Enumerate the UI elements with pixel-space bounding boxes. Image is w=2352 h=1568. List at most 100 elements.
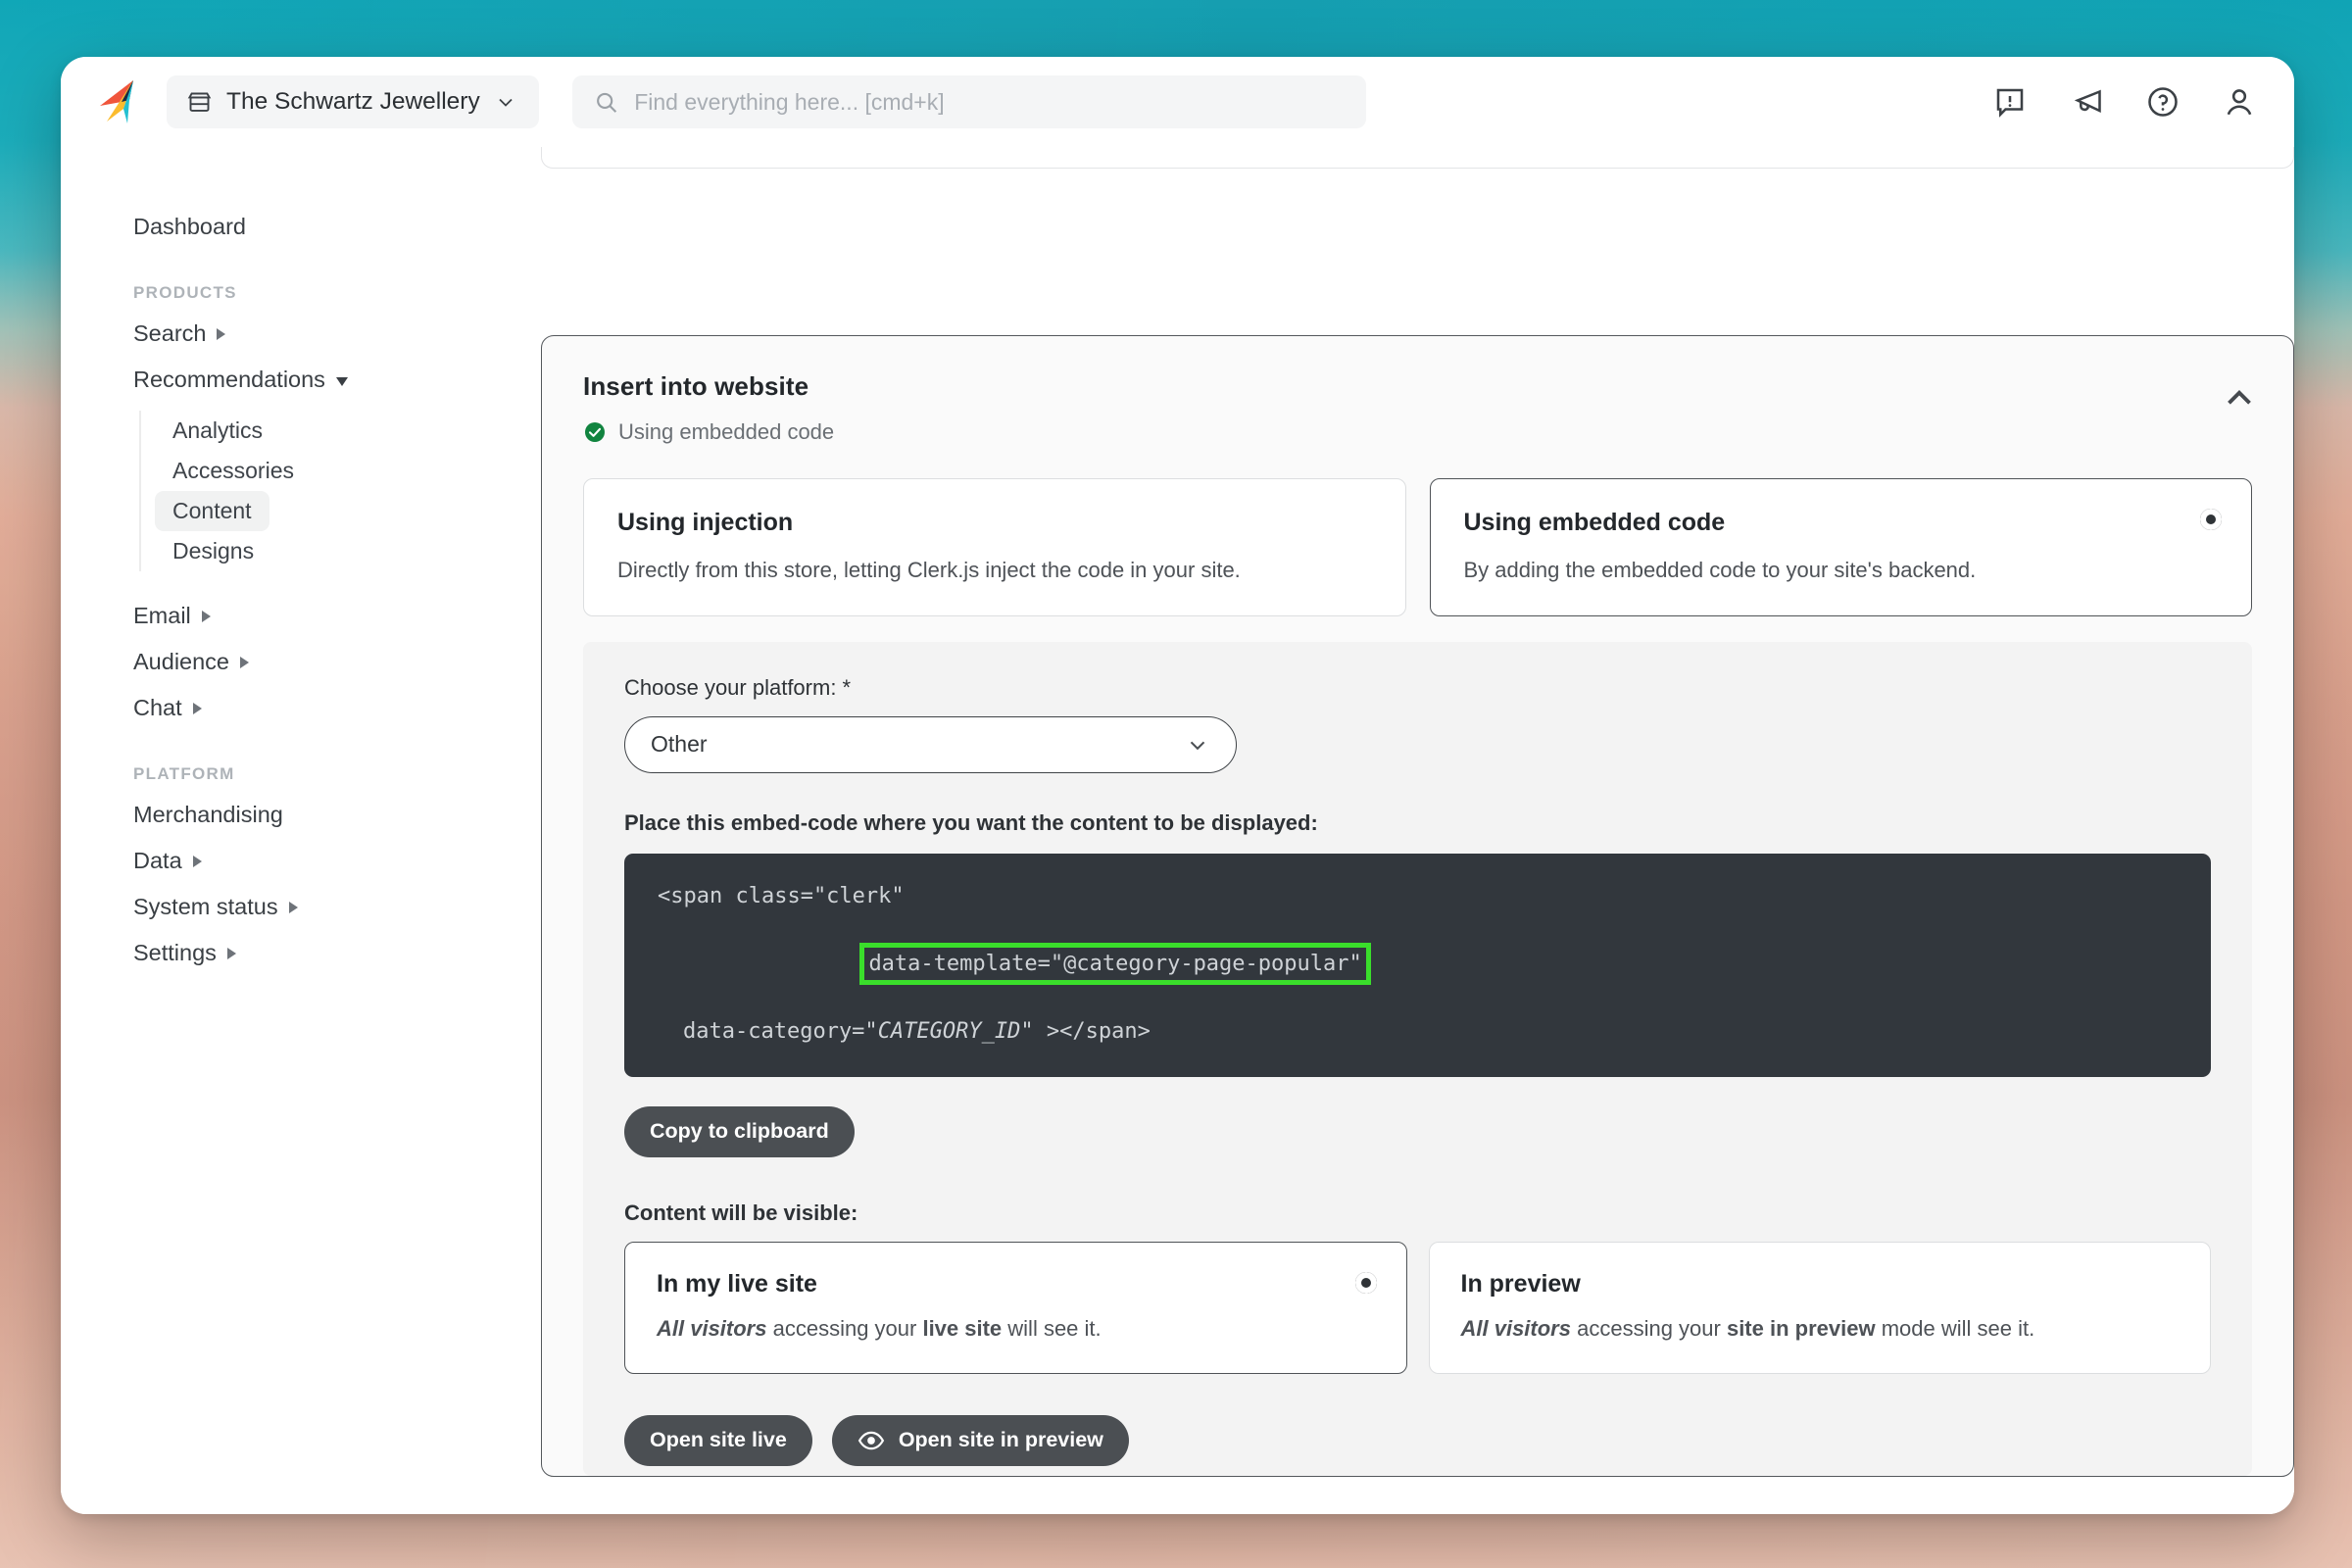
visibility-description: All visitors accessing your site in prev… bbox=[1461, 1316, 2180, 1342]
sidebar-item-email[interactable]: Email bbox=[133, 593, 496, 639]
method-card-using-embedded-code[interactable]: Using embedded code By adding the embedd… bbox=[1429, 478, 2252, 616]
visibility-desc-strong: live site bbox=[922, 1315, 1003, 1341]
sidebar-subnav-recommendations: Analytics Accessories Content Designs bbox=[139, 411, 521, 571]
alert-bubble-icon[interactable] bbox=[1992, 84, 2028, 120]
sidebar-item-accessories[interactable]: Accessories bbox=[155, 451, 312, 491]
store-switcher[interactable]: The Schwartz Jewellery bbox=[167, 75, 539, 128]
visibility-desc-mid: accessing your bbox=[766, 1315, 923, 1341]
code-line-3-suffix: " ></span> bbox=[1020, 1019, 1151, 1045]
visibility-options: In my live site All visitors accessing y… bbox=[624, 1241, 2211, 1374]
code-line-3-prefix: data-category=" bbox=[683, 1019, 878, 1045]
sidebar-item-system-status[interactable]: System status bbox=[133, 884, 496, 930]
code-placeholder-category-id: CATEGORY_ID bbox=[877, 1019, 1021, 1045]
global-search[interactable] bbox=[571, 75, 1366, 128]
code-line-1: <span class="clerk" bbox=[658, 883, 905, 908]
sidebar-item-label: Chat bbox=[133, 695, 182, 720]
sidebar-item-label: Settings bbox=[133, 940, 217, 965]
method-card-using-injection[interactable]: Using injection Directly from this store… bbox=[583, 478, 1406, 616]
sidebar-item-content[interactable]: Content bbox=[155, 491, 270, 531]
visibility-description: All visitors accessing your live site wi… bbox=[657, 1316, 1375, 1342]
caret-right-icon bbox=[192, 702, 202, 714]
sidebar-item-dashboard[interactable]: Dashboard bbox=[133, 204, 496, 250]
sidebar-item-designs[interactable]: Designs bbox=[155, 531, 271, 571]
check-circle-icon bbox=[585, 422, 605, 442]
radio-selected-icon[interactable] bbox=[2200, 509, 2222, 530]
visibility-desc-end: will see it. bbox=[1002, 1315, 1102, 1341]
code-line-3: data-category="CATEGORY_ID" ></span> bbox=[658, 1016, 2178, 1047]
user-avatar-icon[interactable] bbox=[2222, 84, 2257, 120]
embed-code-block[interactable]: <span class="clerk" data-template="@cate… bbox=[624, 853, 2211, 1077]
embed-code-label: Place this embed-code where you want the… bbox=[624, 809, 1318, 835]
bottom-actions: Open site live Open site in preview bbox=[624, 1414, 2211, 1466]
chevron-down-icon bbox=[1190, 741, 1205, 750]
platform-select-value: Other bbox=[651, 731, 708, 757]
sidebar-item-label: System status bbox=[133, 894, 278, 919]
sidebar-item-label: Email bbox=[133, 603, 191, 628]
store-icon bbox=[187, 92, 212, 112]
sidebar-item-recommendations[interactable]: Recommendations bbox=[133, 357, 496, 403]
visibility-desc-mid: accessing your bbox=[1570, 1315, 1727, 1341]
caret-right-icon bbox=[226, 947, 236, 959]
store-name: The Schwartz Jewellery bbox=[226, 88, 480, 115]
sidebar: Dashboard PRODUCTS Search Recommendation… bbox=[61, 147, 521, 1514]
sidebar-item-label: Recommendations bbox=[133, 367, 325, 392]
clerk-logo[interactable] bbox=[94, 76, 145, 127]
visibility-card-live-site[interactable]: In my live site All visitors accessing y… bbox=[624, 1241, 1407, 1374]
visibility-title: In my live site bbox=[657, 1269, 817, 1298]
copy-to-clipboard-button[interactable]: Copy to clipboard bbox=[624, 1105, 855, 1157]
chevron-up-icon[interactable] bbox=[2219, 377, 2260, 418]
sidebar-item-label: Audience bbox=[133, 649, 229, 674]
caret-down-icon bbox=[335, 376, 348, 386]
eye-icon bbox=[858, 1431, 884, 1449]
sidebar-item-audience[interactable]: Audience bbox=[133, 639, 496, 685]
sidebar-item-data[interactable]: Data bbox=[133, 838, 496, 884]
search-input[interactable] bbox=[634, 88, 1345, 116]
main-content: Insert into website Using embedded code bbox=[521, 147, 2294, 1514]
open-site-in-preview-label: Open site in preview bbox=[898, 1428, 1103, 1452]
sidebar-item-chat[interactable]: Chat bbox=[133, 685, 496, 731]
app-window: The Schwartz Jewellery Find everything h… bbox=[61, 57, 2294, 1514]
previous-panel-partial bbox=[541, 147, 2294, 169]
caret-right-icon bbox=[201, 610, 211, 622]
sidebar-item-analytics[interactable]: Analytics bbox=[155, 411, 280, 451]
sidebar-group-platform: PLATFORM bbox=[133, 764, 235, 783]
visibility-desc-end: mode will see it. bbox=[1875, 1315, 2035, 1341]
method-description: By adding the embedded code to your site… bbox=[1463, 558, 1977, 582]
help-circle-icon[interactable] bbox=[2145, 84, 2180, 120]
sidebar-group-products: PRODUCTS bbox=[133, 283, 237, 302]
panel-status-text: Using embedded code bbox=[618, 419, 835, 444]
visibility-desc-emphasis: All visitors bbox=[657, 1315, 767, 1341]
sidebar-item-merchandising[interactable]: Merchandising bbox=[133, 792, 496, 838]
radio-selected-icon[interactable] bbox=[1354, 1271, 1377, 1294]
page-title: Insert into website bbox=[583, 371, 809, 401]
sidebar-item-search[interactable]: Search bbox=[133, 311, 496, 357]
platform-field-label: Choose your platform: * bbox=[624, 674, 852, 700]
topbar-actions bbox=[1992, 84, 2257, 120]
open-site-in-preview-button[interactable]: Open site in preview bbox=[831, 1414, 1129, 1466]
method-description: Directly from this store, letting Clerk.… bbox=[617, 558, 1241, 582]
content-visibility-label: Content will be visible: bbox=[624, 1200, 858, 1225]
visibility-title: In preview bbox=[1460, 1269, 1581, 1298]
sidebar-item-label: Dashboard bbox=[133, 214, 246, 239]
sidebar-item-settings[interactable]: Settings bbox=[133, 930, 496, 976]
chevron-down-icon bbox=[499, 98, 513, 107]
code-highlight-annotation: data-template="@category-page-popular" bbox=[859, 942, 1371, 986]
method-title: Using embedded code bbox=[1463, 509, 1726, 536]
open-site-live-button[interactable]: Open site live bbox=[624, 1414, 812, 1466]
sidebar-item-label: Search bbox=[133, 320, 207, 346]
platform-select[interactable]: Other bbox=[624, 715, 1237, 773]
panel-status: Using embedded code bbox=[583, 419, 2248, 445]
method-title: Using injection bbox=[617, 509, 794, 536]
search-icon bbox=[596, 92, 616, 113]
visibility-card-preview[interactable]: In preview All visitors accessing your s… bbox=[1428, 1241, 2211, 1374]
megaphone-icon[interactable] bbox=[2069, 84, 2104, 120]
embed-configuration-block: Choose your platform: * Other Place this… bbox=[583, 641, 2252, 1476]
insert-method-options: Using injection Directly from this store… bbox=[542, 472, 2293, 616]
caret-right-icon bbox=[192, 855, 202, 867]
app-body: Dashboard PRODUCTS Search Recommendation… bbox=[61, 147, 2294, 1514]
visibility-desc-emphasis: All visitors bbox=[1460, 1315, 1571, 1341]
visibility-desc-strong: site in preview bbox=[1726, 1315, 1876, 1341]
caret-right-icon bbox=[240, 656, 249, 668]
caret-right-icon bbox=[217, 327, 226, 340]
insert-into-website-panel: Insert into website Using embedded code bbox=[541, 335, 2294, 1477]
